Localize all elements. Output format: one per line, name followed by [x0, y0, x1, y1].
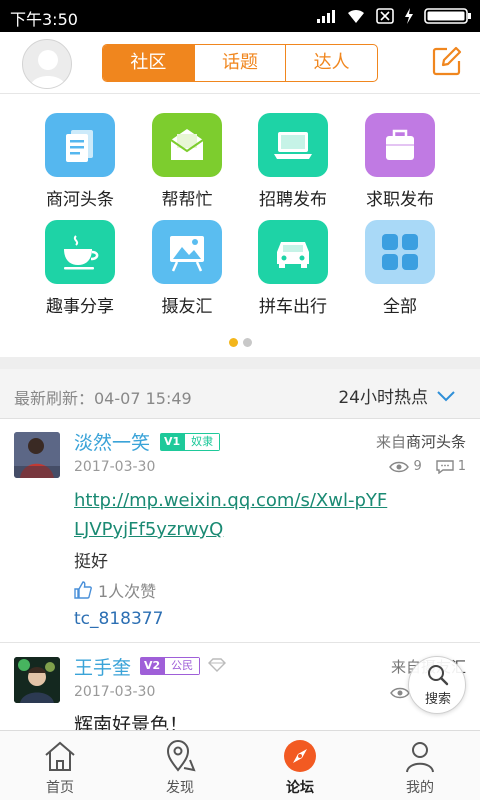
page-dot — [242, 338, 252, 347]
grid-icon — [365, 220, 435, 284]
nav-label: 我的 — [406, 780, 434, 796]
page-dot-active — [228, 338, 238, 347]
top-bar: 社区 话题 达人 — [0, 32, 480, 94]
post-stats: 9 1 — [389, 459, 466, 474]
category-fun[interactable]: 趣事分享 — [30, 220, 130, 317]
nav-label: 发现 — [166, 780, 194, 796]
mail-icon — [152, 113, 222, 177]
signal-icon — [317, 10, 335, 23]
category-news[interactable]: 商河头条 — [30, 113, 130, 210]
post-username[interactable]: 王手奎 — [74, 653, 131, 680]
battery-icon — [424, 8, 471, 24]
post-username[interactable]: 淡然一笑 — [74, 428, 150, 455]
status-time: 下午3:50 — [10, 10, 78, 29]
charging-icon — [405, 8, 413, 24]
rank-label: 公民 — [164, 657, 201, 675]
briefcase-icon — [365, 113, 435, 177]
page-indicator — [0, 338, 480, 347]
sort-label: 24小时热点 — [338, 388, 428, 408]
search-button[interactable]: 搜索 — [408, 656, 466, 714]
category-label: 全部 — [383, 297, 417, 317]
news-icon — [45, 113, 115, 177]
category-label: 拼车出行 — [259, 297, 327, 317]
nav-label: 论坛 — [286, 780, 314, 796]
eye-icon — [390, 687, 410, 699]
nav-home[interactable]: 首页 — [0, 731, 120, 800]
nav-label: 首页 — [46, 780, 74, 796]
category-job-post[interactable]: 招聘发布 — [243, 113, 343, 210]
source-prefix: 来自 — [375, 433, 406, 451]
nav-mine[interactable]: 我的 — [360, 731, 480, 800]
nav-forum[interactable]: 论坛 — [240, 731, 360, 800]
sort-selector[interactable]: 24小时热点 — [338, 383, 456, 408]
search-icon — [428, 665, 449, 686]
sim-off-icon — [376, 8, 394, 24]
post-link[interactable]: http://mp.weixin.qq.com/s/Xwl-pYFLJVPyjF… — [74, 486, 394, 544]
thumbs-up-icon — [74, 581, 92, 599]
level-badge: V1 奴隶 — [160, 433, 221, 451]
nav-discover[interactable]: 发现 — [120, 731, 240, 800]
search-label: 搜索 — [424, 692, 451, 707]
post-text: 挺好 — [74, 552, 108, 572]
level-badge: V2 公民 — [140, 657, 201, 675]
tab-topics[interactable]: 话题 — [195, 45, 287, 81]
compass-icon — [284, 740, 316, 772]
feed-header: 最新刷新：04-07 15:49 24小时热点 — [0, 369, 480, 419]
person-icon — [406, 742, 434, 773]
level-label: V1 — [160, 433, 185, 451]
post-date: 2017-03-30 — [74, 684, 156, 700]
photo-easel-icon — [152, 220, 222, 284]
comment-count: 1 — [457, 459, 466, 474]
user-avatar-icon[interactable] — [22, 39, 72, 89]
wifi-icon — [348, 9, 364, 23]
refresh-time: 最新刷新：04-07 15:49 — [14, 389, 192, 408]
edit-icon[interactable] — [432, 46, 462, 76]
post-avatar[interactable] — [14, 657, 60, 703]
category-label: 趣事分享 — [46, 297, 114, 317]
chevron-down-icon — [437, 390, 455, 401]
post-source: 来自商河头条 — [376, 431, 466, 452]
laptop-icon — [258, 113, 328, 177]
diamond-icon — [208, 658, 226, 672]
comment-icon — [436, 459, 454, 474]
post-date: 2017-03-30 — [74, 459, 156, 475]
source-board[interactable]: 商河头条 — [406, 433, 466, 451]
tab-experts[interactable]: 达人 — [286, 45, 377, 81]
category-photo[interactable]: 摄友汇 — [137, 220, 237, 317]
category-label: 商河头条 — [46, 190, 114, 210]
car-icon — [258, 220, 328, 284]
category-label: 帮帮忙 — [161, 190, 213, 210]
rank-label: 奴隶 — [184, 433, 221, 451]
location-icon — [166, 740, 196, 772]
cup-icon — [45, 220, 115, 284]
like-count: 1人次赞 — [98, 582, 157, 601]
level-label: V2 — [140, 657, 165, 675]
section-divider — [0, 357, 480, 369]
status-bar: 下午3:50 — [0, 0, 480, 32]
category-label: 求职发布 — [366, 190, 434, 210]
post-avatar[interactable] — [14, 432, 60, 478]
eye-icon — [389, 461, 410, 472]
category-label: 招聘发布 — [259, 190, 327, 210]
section-tabs: 社区 话题 达人 — [102, 44, 378, 82]
view-count: 9 — [413, 459, 422, 474]
like-row[interactable]: 1人次赞 — [74, 578, 156, 602]
category-carpool[interactable]: 拼车出行 — [243, 220, 343, 317]
post-item[interactable]: 淡然一笑 V1 奴隶 来自商河头条 2017-03-30 9 1 http://… — [0, 420, 480, 642]
category-all[interactable]: 全部 — [350, 220, 450, 317]
tab-community[interactable]: 社区 — [103, 45, 195, 81]
category-grid: 商河头条 帮帮忙 招聘发布 求职发布 趣事分享 摄友汇 拼车出行 全部 — [0, 95, 480, 357]
category-job-seek[interactable]: 求职发布 — [350, 113, 450, 210]
category-label: 摄友汇 — [161, 297, 213, 317]
home-icon — [45, 741, 75, 771]
post-tag[interactable]: tc_818377 — [74, 609, 163, 629]
bottom-nav: 首页 发现 论坛 我的 — [0, 730, 480, 800]
category-help[interactable]: 帮帮忙 — [137, 113, 237, 210]
